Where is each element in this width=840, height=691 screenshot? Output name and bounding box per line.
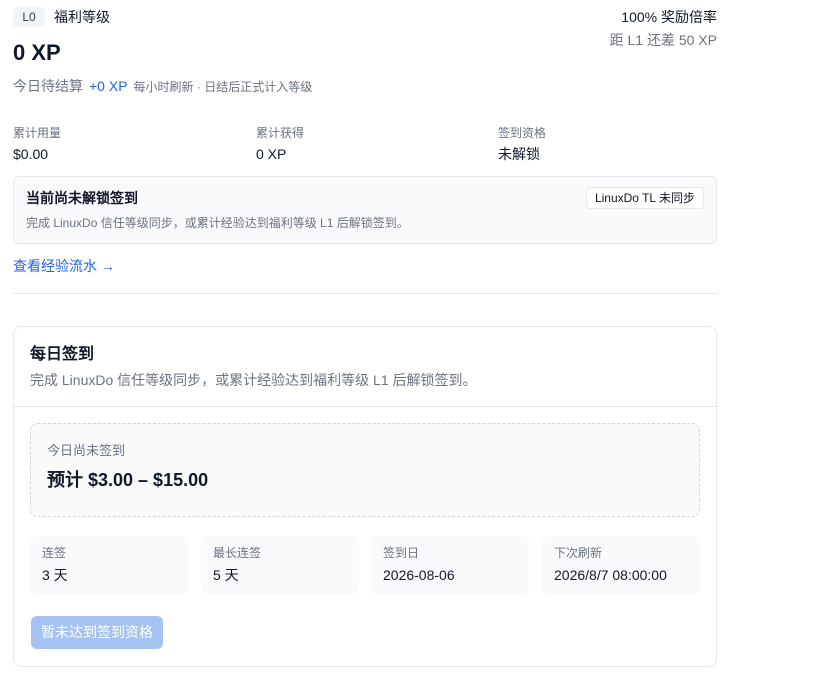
stat-label: 累计获得 <box>256 126 305 140</box>
next-refresh-card: 下次刷新 2026/8/7 08:00:00 <box>542 536 700 594</box>
stat-label: 签到资格 <box>498 126 547 140</box>
trust-level-badge: LinuxDo TL 未同步 <box>585 187 704 209</box>
stat-value: 0 XP <box>256 146 287 162</box>
pending-label: 今日待结算 <box>13 78 83 94</box>
stat-checkin-eligibility: 签到资格 未解锁 <box>498 125 546 163</box>
pending-xp: +0 XP <box>89 78 128 94</box>
notice-title: 当前尚未解锁签到 <box>26 190 138 206</box>
streak-value: 3 天 <box>42 567 68 583</box>
stat-total-usage: 累计用量 $0.00 <box>13 125 61 163</box>
longest-streak-label: 最长连签 <box>213 546 262 560</box>
next-level-progress: 距 L1 还差 50 XP <box>609 32 717 48</box>
next-refresh-value: 2026/8/7 08:00:00 <box>554 567 667 583</box>
checkin-date-value: 2026-08-06 <box>383 567 455 583</box>
pending-note: 每小时刷新 · 日结后正式计入等级 <box>133 80 313 94</box>
level-name: 福利等级 <box>54 9 110 25</box>
pending-settlement: 今日待结算 +0 XP 每小时刷新 · 日结后正式计入等级 <box>13 76 312 96</box>
card-header: 每日签到 完成 LinuxDo 信任等级同步，或累计经验达到福利等级 L1 后解… <box>14 327 716 407</box>
card-title: 每日签到 <box>30 346 95 363</box>
next-refresh-label: 下次刷新 <box>554 546 603 560</box>
level-header: L0 福利等级 100% 奖励倍率 <box>13 7 717 27</box>
card-subtitle: 完成 LinuxDo 信任等级同步，或累计经验达到福利等级 L1 后解锁签到。 <box>30 372 477 388</box>
stat-label: 累计用量 <box>13 126 62 140</box>
stats-row: 累计用量 $0.00 累计获得 0 XP 签到资格 未解锁 <box>13 125 717 165</box>
streak-label: 连签 <box>42 546 67 560</box>
checkin-date-label: 签到日 <box>383 546 420 560</box>
stat-value: 未解锁 <box>498 146 540 162</box>
longest-streak-card: 最长连签 5 天 <box>201 536 359 594</box>
stat-total-earned: 累计获得 0 XP <box>256 125 304 163</box>
today-status-box: 今日尚未签到 预计 $3.00 – $15.00 <box>30 423 700 517</box>
longest-streak-value: 5 天 <box>213 567 239 583</box>
streak-card: 连签 3 天 <box>30 536 188 594</box>
view-xp-history-link[interactable]: 查看经验流水 → <box>13 256 115 276</box>
unlock-notice: 当前尚未解锁签到 LinuxDo TL 未同步 完成 LinuxDo 信任等级同… <box>13 176 717 244</box>
estimated-reward: 预计 $3.00 – $15.00 <box>47 470 209 490</box>
today-status: 今日尚未签到 <box>47 443 126 458</box>
stat-value: $0.00 <box>13 146 49 162</box>
notice-description: 完成 LinuxDo 信任等级同步，或累计经验达到福利等级 L1 后解锁签到。 <box>26 216 409 230</box>
level-badge: L0 <box>13 7 45 27</box>
reward-multiplier: 100% 奖励倍率 <box>621 9 717 25</box>
divider <box>13 293 717 294</box>
xp-total: 0 XP <box>13 40 61 65</box>
checkin-date-card: 签到日 2026-08-06 <box>371 536 529 594</box>
daily-checkin-card: 每日签到 完成 LinuxDo 信任等级同步，或累计经验达到福利等级 L1 后解… <box>13 326 717 667</box>
checkin-button[interactable]: 暂未达到签到资格 <box>31 616 163 649</box>
